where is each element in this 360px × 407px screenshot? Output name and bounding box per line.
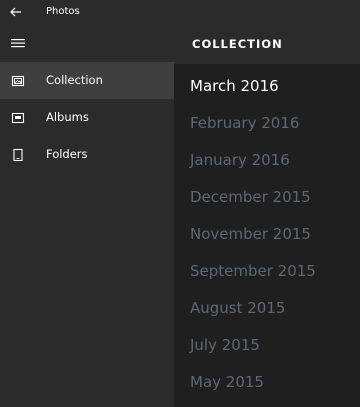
date-item-january-2016[interactable]: January 2016 xyxy=(190,142,290,179)
folder-icon xyxy=(13,148,23,162)
date-item-march-2016[interactable]: March 2016 xyxy=(190,68,279,105)
hamburger-icon xyxy=(11,39,25,48)
sidebar-item-label: Collection xyxy=(46,73,103,87)
main-content: COLLECTION March 2016 February 2016 Janu… xyxy=(174,24,360,407)
sidebar-item-collection[interactable]: Collection xyxy=(0,62,174,99)
sidebar-item-folders[interactable]: Folders xyxy=(0,136,174,173)
sidebar-item-albums[interactable]: Albums xyxy=(0,99,174,136)
date-item-february-2016[interactable]: February 2016 xyxy=(190,105,299,142)
album-icon xyxy=(11,112,25,124)
date-item-july-2015[interactable]: July 2015 xyxy=(190,327,260,364)
title-bar: Photos xyxy=(0,0,360,24)
date-item-august-2015[interactable]: August 2015 xyxy=(190,290,285,327)
date-item-september-2015[interactable]: September 2015 xyxy=(190,253,316,290)
sidebar-item-label: Albums xyxy=(46,110,89,124)
app-title: Photos xyxy=(46,6,80,17)
date-item-november-2015[interactable]: November 2015 xyxy=(190,216,311,253)
collection-icon xyxy=(11,75,25,87)
back-button[interactable] xyxy=(0,0,32,24)
sidebar: Collection Albums Folders xyxy=(0,24,174,407)
collection-header: COLLECTION xyxy=(174,24,360,64)
page-title: COLLECTION xyxy=(192,37,283,51)
hamburger-menu-button[interactable] xyxy=(0,24,36,62)
back-arrow-icon xyxy=(10,7,21,17)
date-item-may-2015[interactable]: May 2015 xyxy=(190,364,264,401)
photos-app-window: Photos Collection Albums Folders COLLECT… xyxy=(0,0,360,407)
date-item-december-2015[interactable]: December 2015 xyxy=(190,179,311,216)
sidebar-item-label: Folders xyxy=(46,147,88,161)
